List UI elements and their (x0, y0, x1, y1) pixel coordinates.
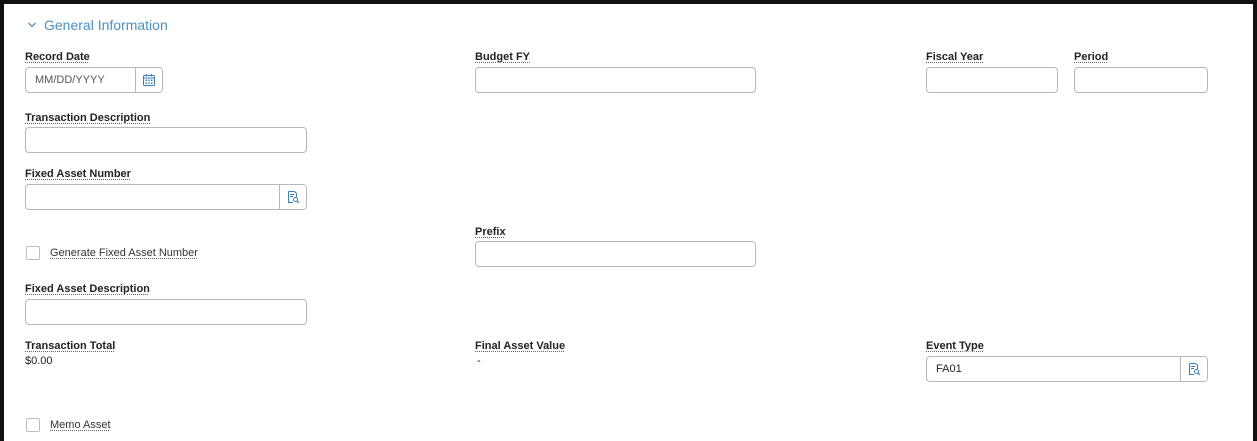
transaction-description-label: Transaction Description (25, 112, 151, 124)
budget-fy-label: Budget FY (475, 51, 530, 63)
fixed-asset-number-label: Fixed Asset Number (25, 168, 131, 180)
fixed-asset-description-input[interactable] (25, 299, 307, 325)
calendar-icon (143, 74, 155, 86)
memo-asset-box[interactable] (26, 418, 40, 432)
generate-fixed-asset-number-label: Generate Fixed Asset Number (50, 247, 198, 259)
section-title: General Information (44, 17, 168, 33)
record-date-group (25, 67, 163, 93)
chevron-down-icon (28, 22, 36, 28)
transaction-total-label: Transaction Total (25, 340, 116, 352)
event-type-lookup-button[interactable] (1180, 357, 1207, 381)
final-asset-value-label: Final Asset Value (475, 340, 566, 352)
transaction-total-value: $0.00 (25, 355, 53, 367)
fixed-asset-number-lookup-button[interactable] (279, 185, 306, 209)
generate-fixed-asset-number-box[interactable] (26, 246, 40, 260)
memo-asset-label: Memo Asset (50, 419, 111, 431)
fiscal-year-label: Fiscal Year (926, 51, 984, 63)
prefix-label: Prefix (475, 226, 506, 238)
prefix-input[interactable] (475, 241, 756, 267)
period-input[interactable] (1074, 67, 1208, 93)
lookup-icon (288, 191, 300, 204)
event-type-label: Event Type (926, 340, 984, 352)
fixed-asset-number-input[interactable] (26, 185, 279, 209)
fiscal-year-input[interactable] (926, 67, 1058, 93)
record-date-label: Record Date (25, 51, 90, 63)
generate-fixed-asset-number-checkbox[interactable]: Generate Fixed Asset Number (26, 246, 198, 260)
fixed-asset-number-group (25, 184, 307, 210)
section-toggle-general-information[interactable]: General Information (27, 14, 168, 36)
event-type-group (926, 356, 1208, 382)
period-label: Period (1074, 51, 1109, 63)
event-type-input[interactable] (927, 357, 1180, 381)
calendar-button[interactable] (135, 68, 162, 92)
budget-fy-input[interactable] (475, 67, 756, 93)
record-date-input[interactable] (26, 68, 135, 92)
memo-asset-checkbox[interactable]: Memo Asset (26, 418, 111, 432)
transaction-description-input[interactable] (25, 127, 307, 153)
fixed-asset-description-label: Fixed Asset Description (25, 283, 150, 295)
lookup-icon (1189, 363, 1201, 376)
final-asset-value-value: - (477, 355, 481, 367)
